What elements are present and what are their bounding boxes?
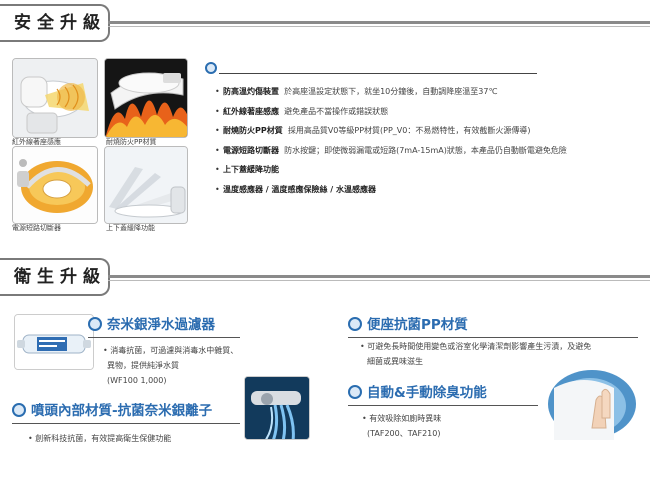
seat-pp-rule bbox=[348, 337, 638, 338]
safety-section-header: 安全升級 bbox=[0, 4, 650, 42]
features-rule bbox=[219, 73, 537, 74]
nozzle-line-1: • 創新科技抗菌，有效提高衛生保健功能 bbox=[28, 434, 172, 443]
flame-seat-illustration bbox=[105, 59, 187, 137]
feature-item: 上下蓋緩降功能 bbox=[215, 164, 635, 184]
nozzle-rule bbox=[12, 423, 240, 424]
feature-item: 溫度感應器 / 溫度感應保險絲 / 水溫感應器 bbox=[215, 184, 635, 204]
safety-feature-list: 防高溫灼傷裝置 於高座溫設定狀態下，就坐10分鐘後，自動調降座溫至37℃ 紅外線… bbox=[215, 86, 635, 204]
header-rule-thin bbox=[108, 26, 650, 27]
water-filter-image bbox=[14, 314, 94, 370]
filter-cartridge-illustration bbox=[15, 315, 93, 369]
nozzle-title: 噴頭內部材質-抗菌奈米銀離子 bbox=[12, 401, 212, 423]
circle-bullet-icon bbox=[348, 385, 362, 399]
nozzle-spray-illustration bbox=[245, 377, 309, 439]
filter-title: 奈米銀淨水過濾器 bbox=[88, 315, 215, 337]
deodor-image bbox=[544, 370, 640, 440]
circle-bullet-icon bbox=[205, 62, 217, 74]
header-rule bbox=[108, 275, 650, 278]
seat-heat-illustration bbox=[13, 147, 97, 223]
safety-section-title: 安全升級 bbox=[0, 4, 110, 42]
circle-bullet-icon bbox=[88, 317, 102, 331]
filter-line-1: • 消毒抗菌，可過濾與消毒水中雜質、 bbox=[103, 346, 239, 355]
deodor-title: 自動&手動除臭功能 bbox=[348, 383, 487, 405]
deodor-line-1: • 有效吸除如廁時異味 bbox=[362, 414, 442, 423]
circle-bullet-icon bbox=[12, 403, 26, 417]
filter-line-2: 異物，提供純淨水質 bbox=[107, 361, 179, 370]
seat-pp-line-1: • 可避免長時間使用變色或浴室化學清潔劑影響產生污漬，及避免 bbox=[360, 342, 592, 351]
hygiene-section-title: 衛生升級 bbox=[0, 258, 110, 296]
deodor-line-2: (TAF200、TAF210) bbox=[367, 429, 441, 438]
lid-slow-close-image bbox=[104, 146, 188, 224]
feature-item: 防高溫灼傷裝置 於高座溫設定狀態下，就坐10分鐘後，自動調降座溫至37℃ bbox=[215, 86, 635, 106]
deodor-rule bbox=[348, 405, 538, 406]
power-cutoff-image bbox=[12, 146, 98, 224]
filter-rule bbox=[88, 337, 240, 338]
header-rule-thin bbox=[108, 280, 650, 281]
filter-line-3: (WF100 1,000) bbox=[107, 376, 167, 385]
feature-item: 紅外線著座感應 避免產品不當操作或錯誤狀態 bbox=[215, 106, 635, 126]
fireproof-image bbox=[104, 58, 188, 138]
feature-item: 耐燒防火PP材質 採用高品質V0等級PP材質(PP_V0：不易燃特性，有效截斷火… bbox=[215, 125, 635, 145]
circle-bullet-icon bbox=[348, 317, 362, 331]
lid-closing-illustration bbox=[105, 147, 187, 223]
lid-caption: 上下蓋緩降功能 bbox=[106, 224, 155, 232]
safety-features-header bbox=[205, 62, 537, 76]
hand-lid-illustration bbox=[544, 370, 640, 440]
power-cutoff-caption: 電源短路切斷器 bbox=[12, 224, 61, 232]
infrared-sensor-image bbox=[12, 58, 98, 138]
nozzle-image bbox=[244, 376, 310, 440]
feature-item: 電源短路切斷器 防水按鍵；即使微弱漏電或短路(7mA-15mA)狀態，本產品仍自… bbox=[215, 145, 635, 165]
hygiene-section-header: 衛生升級 bbox=[0, 258, 650, 296]
header-rule bbox=[108, 21, 650, 24]
toilet-infrared-illustration bbox=[13, 59, 97, 137]
seat-pp-title: 便座抗菌PP材質 bbox=[348, 315, 468, 337]
seat-pp-line-2: 細菌或異味滋生 bbox=[367, 357, 423, 366]
